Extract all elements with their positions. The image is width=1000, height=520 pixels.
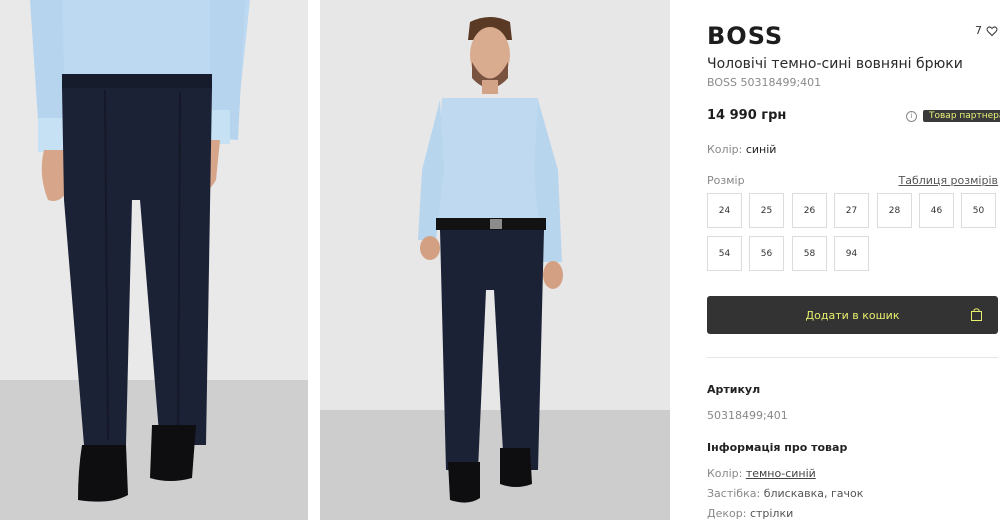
attribute-value: блискавка, гачок [763, 487, 864, 500]
color-row: Колір: синій [707, 143, 776, 156]
attribute-row: Декор: стрілки [707, 507, 793, 520]
attribute-value-link[interactable]: темно-синій [746, 467, 816, 480]
product-title: Чоловічі темно-сині вовняні брюки [707, 56, 963, 72]
size-chart-link[interactable]: Таблиця розмірів [899, 174, 998, 187]
size-option[interactable]: 56 [749, 236, 784, 271]
section-divider [707, 357, 998, 358]
size-option[interactable]: 54 [707, 236, 742, 271]
size-option[interactable]: 94 [834, 236, 869, 271]
add-to-cart-button[interactable]: Додати в кошик [707, 296, 998, 334]
model-full-image [320, 0, 670, 520]
add-to-cart-label: Додати в кошик [805, 308, 900, 322]
attribute-row: Застібка: блискавка, гачок [707, 487, 863, 500]
article-heading: Артикул [707, 383, 761, 396]
attribute-label: Колір: [707, 467, 743, 480]
size-option[interactable]: 28 [877, 193, 912, 228]
product-info-heading: Інформація про товар [707, 441, 848, 454]
product-photo-1[interactable] [0, 0, 308, 520]
favorites-count: 7 [975, 24, 982, 37]
shopping-bag-icon [971, 308, 982, 321]
product-price: 14 990 грн [707, 108, 787, 123]
attribute-value: стрілки [749, 507, 794, 520]
size-option[interactable]: 46 [919, 193, 954, 228]
color-label: Колір: [707, 143, 743, 156]
brand-logo[interactable]: BOSS [707, 22, 783, 50]
size-option[interactable]: 25 [749, 193, 784, 228]
attribute-label: Декор: [707, 507, 747, 520]
attribute-label: Застібка: [707, 487, 761, 500]
size-label: Розмір [707, 174, 745, 187]
product-info-panel: BOSS 7 Чоловічі темно-сині вовняні брюки… [707, 0, 1000, 520]
trousers-closeup-image [0, 0, 308, 520]
size-option[interactable]: 27 [834, 193, 869, 228]
product-photo-2[interactable] [320, 0, 670, 520]
favorites-button[interactable]: 7 [975, 24, 998, 37]
attribute-row: Колір: темно-синій [707, 467, 816, 480]
size-option[interactable]: 50 [961, 193, 996, 228]
size-option[interactable]: 58 [792, 236, 827, 271]
size-option[interactable]: 26 [792, 193, 827, 228]
article-value: 50318499;401 [707, 409, 788, 422]
color-value: синій [745, 143, 777, 156]
product-sku: BOSS 50318499;401 [707, 76, 822, 89]
heart-icon [986, 25, 998, 36]
partner-badge: Товар партнера [923, 110, 1000, 122]
size-option[interactable]: 24 [707, 193, 742, 228]
info-icon[interactable]: i [906, 111, 917, 122]
